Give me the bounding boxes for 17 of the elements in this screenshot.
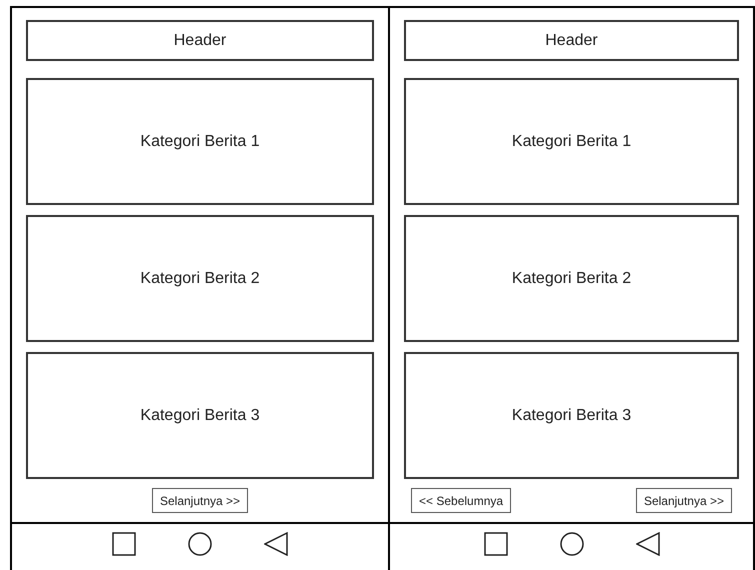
category-card[interactable]: Kategori Berita 1 bbox=[404, 78, 739, 205]
circle-icon[interactable] bbox=[188, 532, 212, 556]
category-card[interactable]: Kategori Berita 2 bbox=[404, 215, 739, 342]
category-card[interactable]: Kategori Berita 3 bbox=[404, 352, 739, 479]
circle-icon[interactable] bbox=[560, 532, 584, 556]
page-button[interactable]: Selanjutnya >> bbox=[636, 488, 732, 513]
category-card[interactable]: Kategori Berita 2 bbox=[26, 215, 374, 342]
category-card[interactable]: Kategori Berita 1 bbox=[26, 78, 374, 205]
header-bar: Header bbox=[26, 20, 374, 61]
square-icon[interactable] bbox=[112, 532, 136, 556]
category-card[interactable]: Kategori Berita 3 bbox=[26, 352, 374, 479]
back-triangle-icon[interactable] bbox=[264, 532, 288, 556]
header-bar: Header bbox=[404, 20, 739, 61]
page-button[interactable]: << Sebelumnya bbox=[411, 488, 512, 513]
page-button[interactable]: Selanjutnya >> bbox=[152, 488, 248, 513]
back-triangle-icon[interactable] bbox=[636, 532, 660, 556]
square-icon[interactable] bbox=[484, 532, 508, 556]
